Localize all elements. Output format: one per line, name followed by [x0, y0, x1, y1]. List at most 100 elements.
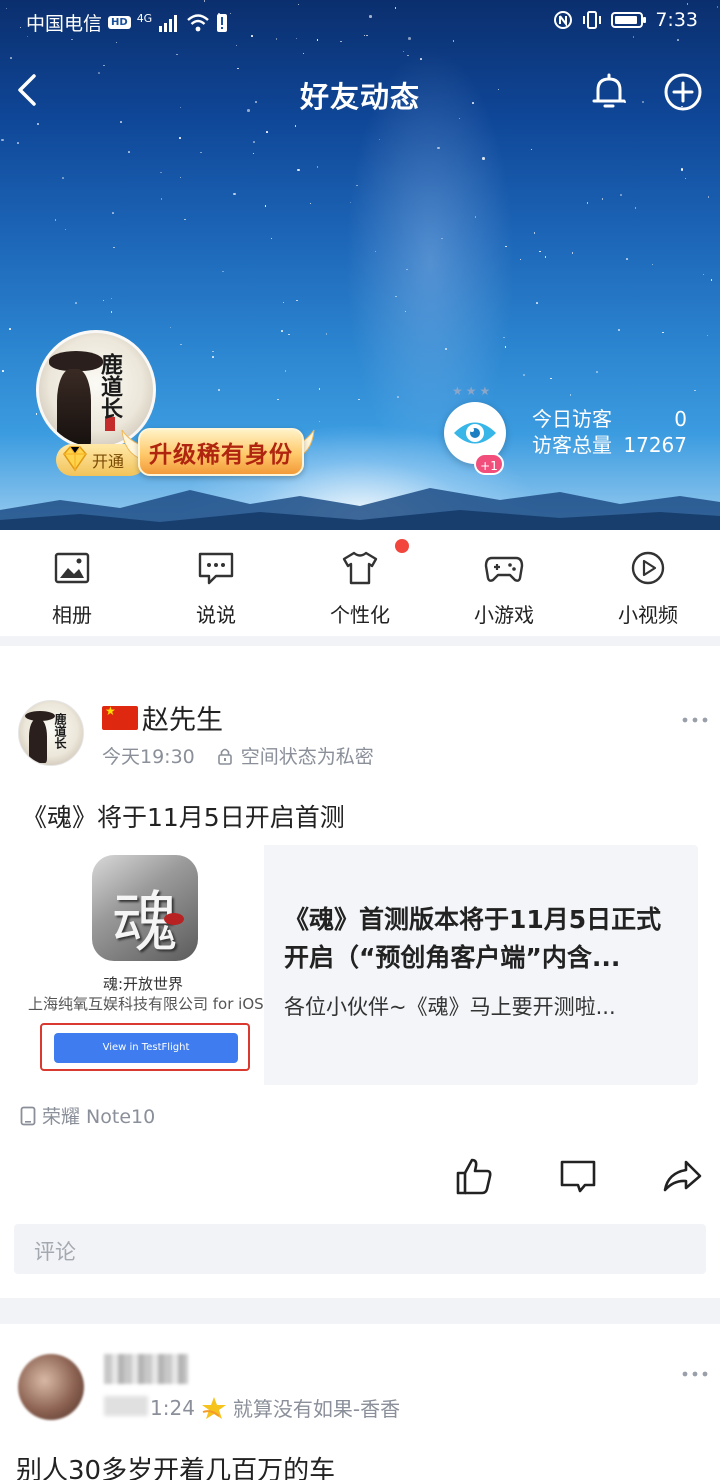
star [530, 148, 532, 151]
menu-personalize[interactable]: 个性化 [288, 530, 432, 636]
avatar-calligraphy: 鹿道长 [97, 353, 123, 419]
star [9, 328, 11, 330]
star [482, 157, 485, 160]
star [284, 370, 287, 372]
star [420, 58, 422, 60]
star [35, 413, 38, 415]
star [374, 250, 377, 253]
star [474, 216, 477, 218]
star [200, 151, 202, 154]
notification-dot [395, 539, 409, 553]
star [176, 53, 178, 56]
star [309, 202, 312, 205]
star [707, 196, 710, 198]
menu-album[interactable]: 相册 [0, 530, 144, 636]
star [253, 141, 255, 143]
testflight-button: View in TestFlight [54, 1033, 238, 1063]
star [662, 331, 664, 334]
menu-shortvideo-label: 小视频 [618, 603, 678, 627]
battery-icon [611, 12, 647, 28]
star [37, 123, 39, 125]
total-visitors-label: 访客总量 [532, 433, 612, 457]
card-title: 《魂》首测版本将于11月5日正式开启（“预创角客户端”内含... [284, 905, 662, 972]
star [75, 302, 77, 304]
star [586, 202, 589, 204]
star [288, 333, 290, 336]
star [294, 125, 297, 127]
star [264, 205, 267, 207]
star [318, 388, 321, 390]
star [302, 52, 305, 55]
add-circle-icon[interactable] [663, 72, 703, 112]
star [444, 347, 448, 351]
post-divider [0, 1298, 720, 1324]
post2-author-avatar[interactable] [18, 1354, 84, 1420]
china-flag-icon [102, 704, 138, 730]
star [325, 333, 328, 335]
star [112, 212, 114, 214]
star [402, 50, 405, 53]
upgrade-rare-identity-button[interactable]: 升级稀有身份 [138, 428, 304, 476]
star [2, 370, 4, 372]
comment-icon[interactable] [558, 1156, 598, 1196]
star [277, 398, 279, 401]
more-options-icon[interactable] [682, 716, 708, 724]
gamepad-icon [484, 556, 524, 582]
share-icon[interactable] [662, 1156, 702, 1196]
device-name: 荣耀 Note10 [42, 1106, 156, 1128]
star [184, 218, 186, 221]
video-icon [631, 551, 665, 585]
post2-author-name-blurred [104, 1354, 188, 1384]
total-visitors-value: 17267 [623, 433, 687, 457]
like-icon[interactable] [454, 1156, 494, 1196]
star [180, 343, 182, 346]
star [233, 192, 236, 196]
star [626, 258, 628, 260]
post2-more-options-icon[interactable] [682, 1370, 708, 1378]
star [358, 398, 360, 401]
star [544, 256, 547, 258]
app-name: 魂:开放世界 [102, 975, 184, 993]
star [1, 138, 4, 142]
post2-meta: 1:24 就算没有如果-香香 [150, 1393, 400, 1422]
post-time: 今天19:30 [102, 746, 195, 768]
post-author[interactable]: 赵先生 [102, 698, 223, 737]
today-visitors-label: 今日访客 [532, 407, 612, 431]
visitor-stats[interactable]: 今日访客 0 访客总量 17267 [532, 406, 687, 458]
network-label: 4G [136, 12, 153, 25]
star [407, 54, 409, 56]
star [569, 394, 572, 396]
menu-shuoshuo[interactable]: 说说 [144, 530, 288, 636]
star [212, 350, 214, 353]
star [441, 237, 443, 240]
star [252, 152, 255, 155]
shared-link-card[interactable]: 魂 魂:开放世界 上海纯氧互娱科技有限公司 for iOS View in Te… [22, 845, 698, 1085]
star [281, 330, 283, 332]
diamond-icon [63, 446, 87, 472]
star [680, 168, 684, 171]
star [651, 263, 654, 266]
star [596, 371, 598, 373]
star [179, 137, 181, 139]
star [505, 245, 507, 248]
star [282, 301, 285, 304]
star [349, 201, 352, 204]
star [212, 356, 214, 358]
hd-badge: HD [108, 16, 131, 29]
star [519, 258, 522, 261]
menu-minigame[interactable]: 小游戏 [432, 530, 576, 636]
star [160, 198, 163, 200]
section-divider [0, 636, 720, 646]
star [404, 310, 407, 313]
post-author-avatar[interactable]: 鹿道长 [18, 700, 84, 766]
personalize-icon [342, 551, 378, 585]
star [710, 279, 713, 281]
star [702, 273, 704, 276]
testflight-highlight: View in TestFlight [40, 1023, 250, 1071]
comment-input[interactable]: 评论 [14, 1224, 706, 1274]
menu-shortvideo[interactable]: 小视频 [576, 530, 720, 636]
menu-album-label: 相册 [52, 603, 92, 627]
post-text: 《魂》将于11月5日开启首测 [22, 803, 345, 832]
bell-icon[interactable] [590, 72, 628, 112]
clock-label: 7:33 [655, 9, 698, 31]
